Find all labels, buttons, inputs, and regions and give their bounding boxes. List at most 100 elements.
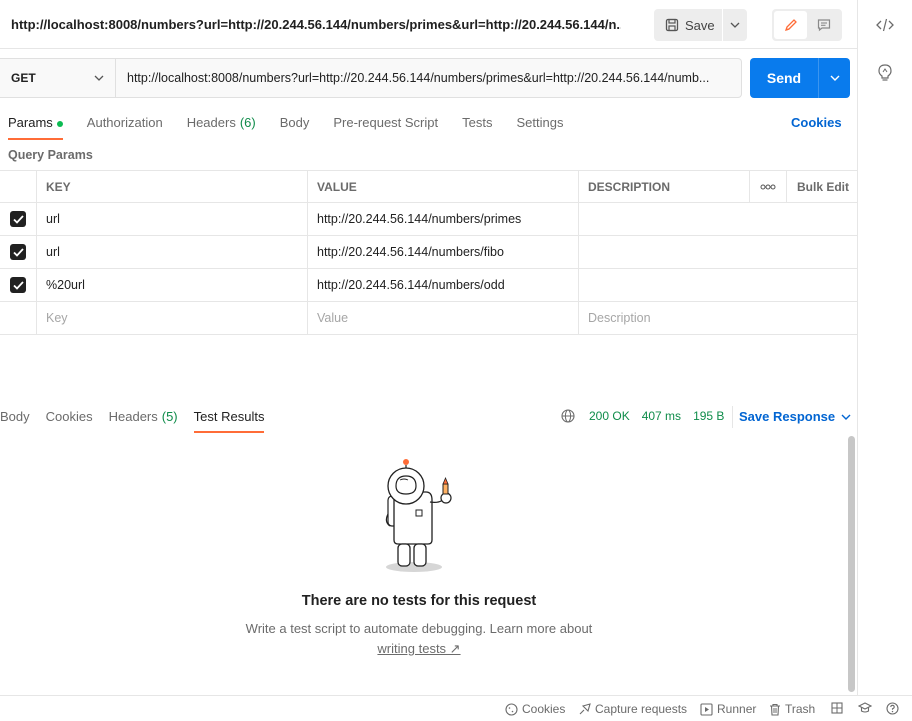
bootcamp-button[interactable] [858, 702, 872, 714]
send-button-group: Send [750, 58, 850, 98]
more-dots-icon [760, 184, 776, 190]
param-value[interactable]: http://20.244.56.144/numbers/odd [308, 269, 579, 301]
value-column-header: VALUE [308, 171, 579, 203]
tab-label: Headers [108, 409, 158, 424]
statusbar-runner[interactable]: Runner [700, 702, 756, 716]
tab-tests[interactable]: Tests [462, 114, 492, 138]
tab-headers[interactable]: Headers (6) [187, 114, 256, 138]
bulk-edit-button[interactable]: Bulk Edit [787, 171, 858, 203]
statusbar-cookies[interactable]: Cookies [505, 702, 565, 716]
response-scrollbar[interactable] [848, 436, 855, 692]
row-checkbox-cell [0, 269, 37, 301]
tab-body[interactable]: Body [280, 114, 310, 138]
send-options-button[interactable] [819, 58, 850, 98]
response-tab-body[interactable]: Body [0, 409, 30, 433]
more-options-button[interactable] [750, 171, 787, 203]
chevron-down-icon [730, 22, 740, 28]
response-tabs: Body Cookies Headers (5) Test Results [0, 409, 280, 433]
tab-label: Body [0, 409, 30, 424]
send-button[interactable]: Send [750, 58, 818, 98]
cookies-link[interactable]: Cookies [791, 115, 842, 130]
param-value[interactable]: http://20.244.56.144/numbers/fibo [308, 236, 579, 268]
param-description[interactable] [579, 236, 858, 268]
statusbar-runner-label: Runner [717, 702, 757, 716]
pencil-icon [784, 19, 797, 32]
writing-tests-link[interactable]: writing tests ↗ [377, 641, 460, 656]
response-tab-test-results[interactable]: Test Results [193, 409, 264, 433]
description-column-header: DESCRIPTION [579, 171, 750, 203]
trash-icon [770, 703, 780, 716]
param-key[interactable]: url [37, 236, 308, 268]
statusbar-capture-requests[interactable]: Capture requests [578, 702, 687, 716]
lightbulb-icon [878, 64, 892, 81]
row-checkbox[interactable] [10, 277, 26, 293]
new-description-input[interactable]: Description [579, 302, 858, 334]
param-key[interactable]: %20url [37, 269, 308, 301]
tab-label: Pre-request Script [333, 115, 439, 130]
chevron-down-icon [841, 414, 851, 420]
tab-label: Params [8, 115, 53, 130]
comments-mode-button[interactable] [807, 11, 840, 39]
edit-mode-button[interactable] [774, 11, 807, 39]
request-tabs: Params Authorization Headers (6) Body Pre… [8, 114, 587, 140]
param-value[interactable]: http://20.244.56.144/numbers/primes [308, 203, 579, 235]
params-table: KEY VALUE DESCRIPTION Bulk Edit url http… [0, 170, 858, 335]
tab-pre-request-script[interactable]: Pre-request Script [333, 114, 438, 138]
statusbar-cookies-label: Cookies [522, 702, 566, 716]
runner-icon [700, 702, 713, 716]
statusbar-trash[interactable]: Trash [769, 702, 815, 716]
new-value-input[interactable]: Value [308, 302, 579, 334]
row-checkbox[interactable] [10, 244, 26, 260]
response-tab-headers[interactable]: Headers (5) [109, 409, 178, 433]
params-active-dot [56, 121, 63, 127]
tab-label: Cookies [45, 409, 93, 424]
response-tab-cookies[interactable]: Cookies [46, 409, 93, 433]
code-snippet-button[interactable] [873, 13, 897, 37]
tab-settings[interactable]: Settings [516, 114, 563, 138]
new-key-input[interactable]: Key [37, 302, 308, 334]
chevron-down-icon [830, 75, 839, 81]
save-options-button[interactable] [723, 9, 747, 41]
tab-label: Tests [462, 115, 493, 130]
select-column-header [0, 171, 37, 203]
request-title[interactable]: http://localhost:8008/numbers?url=http:/… [11, 17, 621, 32]
param-description[interactable] [579, 269, 858, 301]
row-checkbox-cell [0, 203, 37, 235]
check-icon [12, 247, 24, 257]
url-bar: GET http://localhost:8008/numbers?url=ht… [0, 58, 742, 98]
row-checkbox[interactable] [10, 211, 26, 227]
param-key[interactable]: url [37, 203, 308, 235]
right-sidebar [858, 0, 912, 721]
save-button-group: Save [654, 9, 747, 41]
url-input[interactable]: http://localhost:8008/numbers?url=http:/… [116, 59, 741, 97]
help-button[interactable] [886, 702, 899, 715]
layout-toggle-button[interactable] [831, 702, 843, 714]
capture-icon [579, 702, 591, 714]
tab-label: Headers [186, 115, 236, 130]
related-collections-button[interactable] [873, 61, 897, 85]
save-response-button[interactable]: Save Response [739, 409, 851, 424]
check-icon [12, 280, 24, 290]
comment-icon [817, 19, 830, 32]
save-label: Save [685, 17, 715, 33]
response-headers-count: (5) [161, 409, 178, 424]
empty-state-link-wrap: writing tests ↗ [0, 641, 838, 657]
status-code[interactable]: 200 OK [589, 409, 630, 423]
graduation-cap-icon [858, 702, 872, 713]
response-time[interactable]: 407 ms [642, 409, 681, 423]
table-row-new: Key Value Description [0, 302, 858, 335]
tab-authorization[interactable]: Authorization [87, 114, 163, 138]
method-label: GET [11, 71, 36, 85]
tab-params[interactable]: Params [8, 114, 63, 140]
table-header-row: KEY VALUE DESCRIPTION Bulk Edit [0, 170, 858, 203]
tab-label: Body [279, 115, 310, 130]
param-description[interactable] [579, 203, 858, 235]
request-header: http://localhost:8008/numbers?url=http:/… [0, 0, 858, 49]
response-size[interactable]: 195 B [693, 409, 724, 423]
headers-count: (6) [239, 115, 256, 130]
save-button[interactable]: Save [654, 9, 722, 41]
method-select[interactable]: GET [0, 59, 116, 97]
cookie-icon [505, 702, 518, 716]
globe-icon[interactable] [561, 409, 575, 423]
empty-state-subtitle: Write a test script to automate debuggin… [245, 621, 593, 636]
